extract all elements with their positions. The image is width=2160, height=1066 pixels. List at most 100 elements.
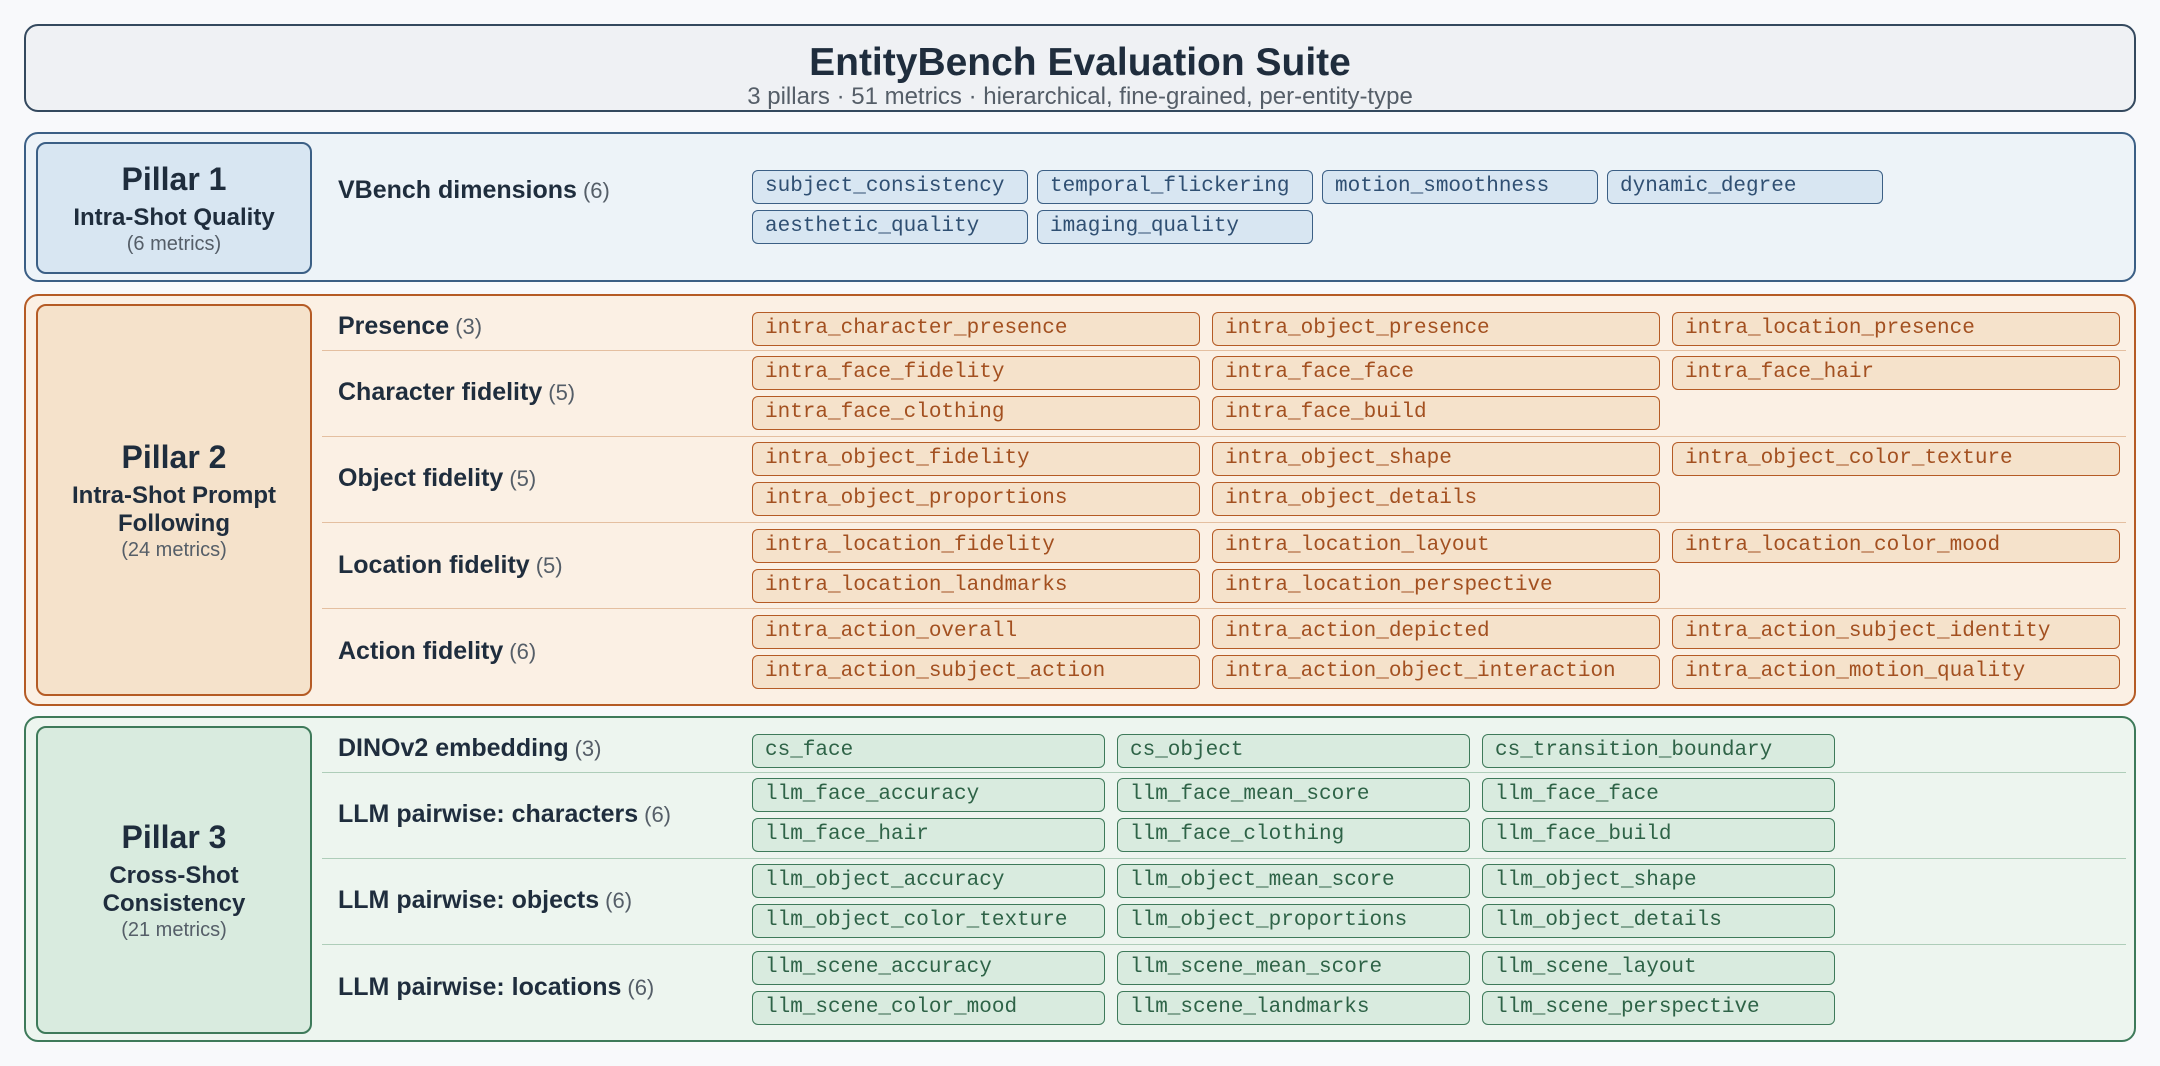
pillar-metric-count: (21 metrics) xyxy=(121,919,227,941)
metric-chip-intra-location-layout: intra_location_layout xyxy=(1212,529,1660,563)
group-label-vbench-dimensions: VBench dimensions (6) xyxy=(338,176,610,205)
suite-title: EntityBench Evaluation Suite xyxy=(809,41,1351,84)
metric-chip-intra-location-landmarks: intra_location_landmarks xyxy=(752,569,1200,603)
group-count: (5) xyxy=(548,380,576,405)
metric-chip-intra-action-subject-identity: intra_action_subject_identity xyxy=(1672,615,2120,649)
metric-chip-llm-scene-layout: llm_scene_layout xyxy=(1482,951,1835,985)
group-name: DINOv2 embedding xyxy=(338,734,569,762)
group-count: (3) xyxy=(455,314,483,339)
metric-chip-llm-object-proportions: llm_object_proportions xyxy=(1117,904,1470,938)
metric-chip-intra-location-fidelity: intra_location_fidelity xyxy=(752,529,1200,563)
metric-chip-intra-action-object-interaction: intra_action_object_interaction xyxy=(1212,655,1660,689)
group-divider xyxy=(322,522,2126,523)
metric-chip-llm-face-face: llm_face_face xyxy=(1482,778,1835,812)
pillar-2-card: Pillar 2 Intra-Shot Prompt Following (24 m… xyxy=(36,304,312,696)
metric-chip-llm-object-mean-score: llm_object_mean_score xyxy=(1117,864,1470,898)
metric-chip-imaging-quality: imaging_quality xyxy=(1037,210,1313,244)
pillar-3-panel: Pillar 3 Cross-Shot Consistency (21 metric… xyxy=(24,716,2136,1042)
group-label-llm-pairwise-characters: LLM pairwise: characters (6) xyxy=(338,800,671,829)
group-divider xyxy=(322,858,2126,859)
metric-chip-aesthetic-quality: aesthetic_quality xyxy=(752,210,1028,244)
metric-chip-intra-action-depicted: intra_action_depicted xyxy=(1212,615,1660,649)
group-count: (6) xyxy=(627,975,655,1000)
group-name: VBench dimensions xyxy=(338,176,577,204)
group-divider xyxy=(322,608,2126,609)
metric-chip-cs-object: cs_object xyxy=(1117,734,1470,768)
metric-chip-intra-location-perspective: intra_location_perspective xyxy=(1212,569,1660,603)
group-name: Presence xyxy=(338,312,450,340)
metric-chip-llm-object-shape: llm_object_shape xyxy=(1482,864,1835,898)
metric-chip-intra-object-presence: intra_object_presence xyxy=(1212,312,1660,346)
metric-chip-intra-character-presence: intra_character_presence xyxy=(752,312,1200,346)
metric-chip-llm-face-build: llm_face_build xyxy=(1482,818,1835,852)
metric-chip-intra-face-build: intra_face_build xyxy=(1212,396,1660,430)
group-count: (5) xyxy=(535,553,563,578)
pillar-2-panel: Pillar 2 Intra-Shot Prompt Following (24 m… xyxy=(24,294,2136,706)
metric-chip-llm-scene-perspective: llm_scene_perspective xyxy=(1482,991,1835,1025)
metric-chip-intra-location-color-mood: intra_location_color_mood xyxy=(1672,529,2120,563)
metric-chip-llm-scene-mean-score: llm_scene_mean_score xyxy=(1117,951,1470,985)
group-count: (3) xyxy=(574,736,602,761)
pillar-metric-count: (6 metrics) xyxy=(126,233,222,255)
group-label-presence: Presence (3) xyxy=(338,312,482,341)
group-label-llm-pairwise-locations: LLM pairwise: locations (6) xyxy=(338,973,654,1002)
group-label-character-fidelity: Character fidelity (5) xyxy=(338,378,575,407)
metric-chip-llm-scene-landmarks: llm_scene_landmarks xyxy=(1117,991,1470,1025)
metric-chip-llm-object-accuracy: llm_object_accuracy xyxy=(752,864,1105,898)
group-label-object-fidelity: Object fidelity (5) xyxy=(338,464,536,493)
metric-chip-motion-smoothness: motion_smoothness xyxy=(1322,170,1598,204)
metric-chip-llm-object-details: llm_object_details xyxy=(1482,904,1835,938)
metric-chip-intra-action-overall: intra_action_overall xyxy=(752,615,1200,649)
metric-chip-subject-consistency: subject_consistency xyxy=(752,170,1028,204)
metric-chip-intra-location-presence: intra_location_presence xyxy=(1672,312,2120,346)
group-count: (6) xyxy=(509,639,537,664)
metric-chip-temporal-flickering: temporal_flickering xyxy=(1037,170,1313,204)
metric-chip-intra-face-hair: intra_face_hair xyxy=(1672,356,2120,390)
pillar-metric-count: (24 metrics) xyxy=(121,539,227,561)
group-name: Action fidelity xyxy=(338,637,504,665)
group-divider xyxy=(322,772,2126,773)
suite-subtitle: 3 pillars · 51 metrics · hierarchical, f… xyxy=(747,83,1413,110)
pillar-name: Pillar 3 xyxy=(121,819,227,855)
metric-chip-llm-scene-accuracy: llm_scene_accuracy xyxy=(752,951,1105,985)
pillar-description: Intra-Shot Prompt Following xyxy=(72,482,276,537)
metric-chip-intra-object-proportions: intra_object_proportions xyxy=(752,482,1200,516)
metric-chip-llm-face-hair: llm_face_hair xyxy=(752,818,1105,852)
pillar-description: Intra-Shot Quality xyxy=(73,204,275,231)
group-name: Location fidelity xyxy=(338,551,530,579)
pillar-3-card: Pillar 3 Cross-Shot Consistency (21 metric… xyxy=(36,726,312,1034)
metric-chip-dynamic-degree: dynamic_degree xyxy=(1607,170,1883,204)
group-divider xyxy=(322,436,2126,437)
metric-chip-intra-face-face: intra_face_face xyxy=(1212,356,1660,390)
group-name: LLM pairwise: characters xyxy=(338,800,639,828)
metric-chip-intra-object-color-texture: intra_object_color_texture xyxy=(1672,442,2120,476)
metric-chip-intra-face-clothing: intra_face_clothing xyxy=(752,396,1200,430)
metric-chip-llm-face-accuracy: llm_face_accuracy xyxy=(752,778,1105,812)
group-divider xyxy=(322,350,2126,351)
pillar-description: Cross-Shot Consistency xyxy=(102,862,246,917)
suite-header: EntityBench Evaluation Suite 3 pillars ·… xyxy=(24,24,2136,112)
group-label-llm-pairwise-objects: LLM pairwise: objects (6) xyxy=(338,886,632,915)
group-divider xyxy=(322,944,2126,945)
metric-chip-intra-object-shape: intra_object_shape xyxy=(1212,442,1660,476)
pillar-name: Pillar 1 xyxy=(121,161,227,197)
pillar-name: Pillar 2 xyxy=(121,439,227,475)
group-label-action-fidelity: Action fidelity (6) xyxy=(338,637,536,666)
metric-chip-cs-transition-boundary: cs_transition_boundary xyxy=(1482,734,1835,768)
metric-chip-intra-action-subject-action: intra_action_subject_action xyxy=(752,655,1200,689)
group-name: Object fidelity xyxy=(338,464,504,492)
group-label-dinov2-embedding: DINOv2 embedding (3) xyxy=(338,734,601,763)
group-count: (6) xyxy=(644,802,672,827)
metric-chip-intra-action-motion-quality: intra_action_motion_quality xyxy=(1672,655,2120,689)
pillar-1-panel: Pillar 1 Intra-Shot Quality (6 metrics) VBe… xyxy=(24,132,2136,282)
metric-chip-llm-scene-color-mood: llm_scene_color_mood xyxy=(752,991,1105,1025)
metric-chip-llm-face-clothing: llm_face_clothing xyxy=(1117,818,1470,852)
metric-chip-llm-face-mean-score: llm_face_mean_score xyxy=(1117,778,1470,812)
group-count: (5) xyxy=(509,466,537,491)
group-name: Character fidelity xyxy=(338,378,543,406)
group-label-location-fidelity: Location fidelity (5) xyxy=(338,551,563,580)
metric-chip-intra-object-details: intra_object_details xyxy=(1212,482,1660,516)
group-name: LLM pairwise: objects xyxy=(338,886,600,914)
metric-chip-llm-object-color-texture: llm_object_color_texture xyxy=(752,904,1105,938)
pillar-1-card: Pillar 1 Intra-Shot Quality (6 metrics) xyxy=(36,142,312,274)
